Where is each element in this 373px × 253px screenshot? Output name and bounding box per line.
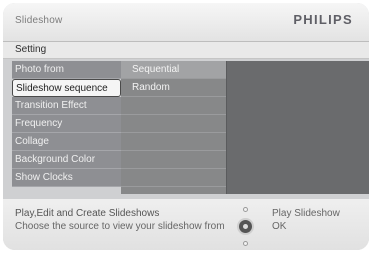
ok-label[interactable]: OK	[272, 221, 286, 232]
sequence-options: Sequential Random	[121, 61, 226, 194]
settings-menu: Photo from Slideshow sequence Transition…	[12, 61, 121, 194]
menu-item-transition-effect[interactable]: Transition Effect	[12, 97, 121, 115]
empty-row	[121, 151, 226, 169]
brand-logo: PHILIPS	[293, 12, 353, 27]
menu-item-collage[interactable]: Collage	[12, 133, 121, 151]
option-random[interactable]: Random	[121, 79, 226, 97]
menu-item-frequency[interactable]: Frequency	[12, 115, 121, 133]
dial-down-dot	[243, 241, 248, 246]
menu-item-background-color[interactable]: Background Color	[12, 151, 121, 169]
menu-item-show-clocks[interactable]: Show Clocks	[12, 169, 121, 187]
photo-frame-screen: Slideshow PHILIPS Setting Photo from Sli…	[3, 3, 369, 250]
empty-row	[121, 97, 226, 115]
section-label: Setting	[15, 44, 47, 55]
empty-row	[121, 169, 226, 187]
section-header: Setting	[3, 42, 369, 59]
menu-item-slideshow-sequence[interactable]: Slideshow sequence	[12, 79, 121, 97]
menu-item-photo-from[interactable]: Photo from	[12, 61, 121, 79]
header-bar: Slideshow PHILIPS	[3, 3, 369, 42]
ok-button-icon[interactable]	[237, 218, 254, 235]
page-title: Slideshow	[15, 15, 63, 26]
dial-up-dot	[243, 207, 248, 212]
help-text-title: Play,Edit and Create Slideshows	[15, 208, 160, 219]
preview-panel	[226, 61, 369, 194]
empty-row	[121, 115, 226, 133]
help-text-description: Choose the source to view your slideshow…	[15, 221, 225, 232]
play-slideshow-label[interactable]: Play Slideshow	[272, 208, 340, 219]
footer-bar: Play,Edit and Create Slideshows Choose t…	[3, 199, 369, 250]
navigation-dial	[231, 207, 261, 247]
option-sequential[interactable]: Sequential	[121, 61, 226, 79]
empty-row	[121, 133, 226, 151]
